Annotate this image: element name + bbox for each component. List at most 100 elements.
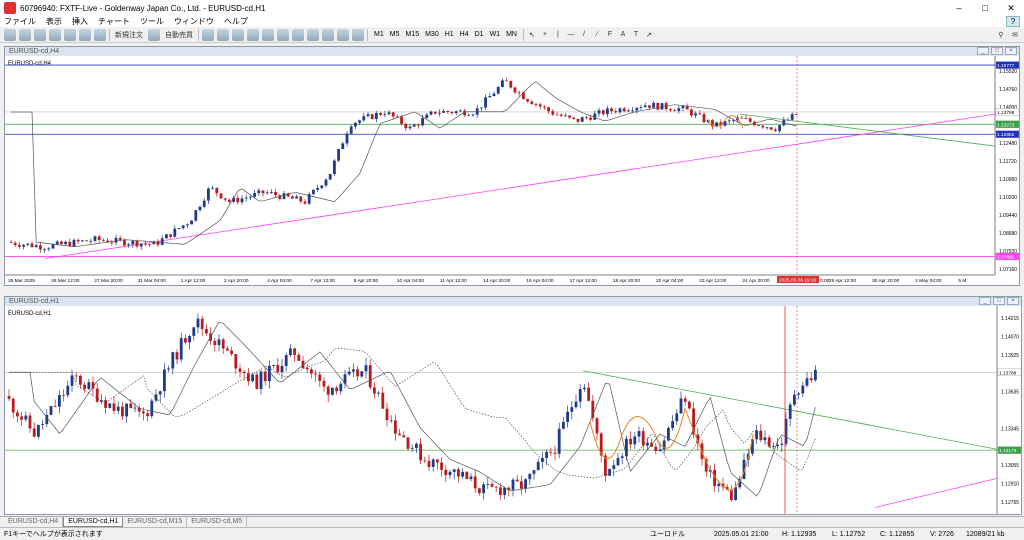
candle-body [526, 99, 529, 102]
candle-body [769, 127, 773, 130]
magenta-trendline[interactable] [44, 113, 996, 259]
candle-body [328, 174, 332, 180]
candle-body [616, 458, 620, 466]
new-order-button[interactable]: 新規注文 [113, 29, 145, 41]
candle-body [55, 241, 59, 245]
navigator-icon[interactable] [64, 28, 76, 41]
h1-chart-canvas[interactable]: EURUSD-cd,H1 1.14215 1.14070 1.13925 1.1363… [5, 306, 1021, 514]
candle-body [765, 127, 769, 129]
candle-body [717, 483, 721, 487]
text-icon[interactable]: A [618, 29, 628, 41]
chart-shift-icon[interactable] [307, 28, 319, 41]
price-tag-label: 1.13273 [997, 122, 1015, 128]
close-button[interactable]: ✕ [998, 0, 1024, 16]
strategy-tester-icon[interactable] [94, 28, 106, 41]
trendline-icon[interactable]: / [579, 29, 589, 41]
vertical-line-icon[interactable]: | [553, 29, 563, 41]
candle-body [627, 110, 630, 112]
auto-trade-button[interactable]: 自動売買 [163, 29, 195, 41]
chart-window-h4[interactable]: EURUSD-cd,H4 _ □ × EURUSD-cd,H4 1.15520 1.1… [4, 46, 1020, 286]
timeframe-h4[interactable]: H4 [457, 29, 472, 41]
periods-icon[interactable] [337, 28, 349, 41]
menu-item[interactable]: ヘルプ [224, 16, 248, 27]
zoom-out-icon[interactable] [262, 28, 274, 41]
candle-body [259, 371, 263, 389]
candle-body [102, 239, 105, 241]
arrows-icon[interactable]: ↗ [644, 29, 654, 41]
minimize-button[interactable]: _ [977, 47, 989, 55]
metaeditor-icon[interactable] [148, 28, 160, 41]
chart-window-h1[interactable]: EURUSD-cd,H1 _ □ × EURUSD-cd,H1 1.14215 1.1… [4, 296, 1022, 515]
restore-button[interactable]: □ [991, 47, 1003, 55]
candle-body [446, 110, 450, 113]
search-icon[interactable]: ⚲ [996, 29, 1006, 41]
candle-body [139, 243, 143, 247]
zoom-in-icon[interactable] [247, 28, 259, 41]
candle-body [226, 348, 229, 351]
timeframe-m15[interactable]: M15 [402, 29, 422, 41]
timeframe-w1[interactable]: W1 [487, 29, 504, 41]
maximize-button[interactable]: □ [972, 0, 998, 16]
h4-chart-canvas[interactable]: EURUSD-cd,H4 1.155201.147601.140001.1324… [5, 56, 1019, 285]
magenta-trendline[interactable] [874, 477, 998, 508]
candle-body [144, 243, 147, 245]
status-low: L: 1.12752 [832, 530, 866, 538]
timeframe-d1[interactable]: D1 [472, 29, 487, 41]
menu-item[interactable]: ツール [140, 16, 164, 27]
minimize-button[interactable]: _ [979, 297, 991, 305]
candle-body [108, 403, 112, 408]
indicators-icon[interactable] [322, 28, 334, 41]
data-window-icon[interactable] [49, 28, 61, 41]
candle-body [387, 112, 391, 115]
chart-tab[interactable]: EURUSD-cd,H4 [4, 517, 64, 527]
profiles-icon[interactable] [19, 28, 31, 41]
new-chart-icon[interactable] [4, 28, 16, 41]
candle-body [186, 224, 189, 226]
timeframe-m1[interactable]: M1 [371, 29, 387, 41]
restore-button[interactable]: □ [993, 297, 1005, 305]
close-button[interactable]: × [1005, 47, 1017, 55]
candle-body [381, 392, 385, 409]
chart-tab[interactable]: EURUSD-cd,M5 [187, 517, 248, 527]
terminal-icon[interactable] [79, 28, 91, 41]
text-label-icon[interactable]: T [631, 29, 641, 41]
price-tick: 1.15520 [999, 69, 1017, 75]
market-watch-icon[interactable] [34, 28, 46, 41]
help-icon[interactable]: ? [1006, 16, 1020, 27]
candle-body [496, 86, 500, 94]
menu-item[interactable]: チャート [98, 16, 130, 27]
timeframe-m5[interactable]: M5 [387, 29, 403, 41]
menu-item[interactable]: ウィンドウ [174, 16, 214, 27]
fibonacci-icon[interactable]: F [605, 29, 615, 41]
chart-tab[interactable]: EURUSD-cd,H1 [63, 517, 124, 527]
candle-body [408, 126, 412, 129]
horizontal-line-icon[interactable]: — [566, 29, 576, 41]
chart-tab[interactable]: EURUSD-cd,M15 [123, 517, 188, 527]
candle-body [257, 190, 261, 194]
close-button[interactable]: × [1007, 297, 1019, 305]
candle-body [331, 387, 334, 395]
candle-body [230, 350, 233, 355]
candle-body [545, 451, 548, 458]
candle-body [81, 240, 84, 242]
price-tick: 1.09440 [999, 213, 1017, 219]
bar-chart-icon[interactable] [202, 28, 214, 41]
candle-chart-icon[interactable] [217, 28, 229, 41]
timeframe-h1[interactable]: H1 [442, 29, 457, 41]
minimize-button[interactable]: – [946, 0, 972, 16]
cursor-icon[interactable]: ↖ [527, 29, 537, 41]
menu-item[interactable]: 表示 [46, 16, 62, 27]
autoscroll-icon[interactable] [292, 28, 304, 41]
tile-windows-icon[interactable] [277, 28, 289, 41]
templates-icon[interactable] [352, 28, 364, 41]
timeframe-mn[interactable]: MN [503, 29, 520, 41]
price-tag-label: 1.07685 [997, 254, 1015, 260]
crosshair-icon[interactable]: + [540, 29, 550, 41]
menu-item[interactable]: 挿入 [72, 16, 88, 27]
candle-body [601, 110, 605, 115]
equidistant-channel-icon[interactable]: ∕ [592, 29, 602, 41]
chat-icon[interactable]: ✉ [1010, 29, 1020, 41]
menu-item[interactable]: ファイル [4, 16, 36, 27]
timeframe-m30[interactable]: M30 [422, 29, 442, 41]
line-chart-icon[interactable] [232, 28, 244, 41]
